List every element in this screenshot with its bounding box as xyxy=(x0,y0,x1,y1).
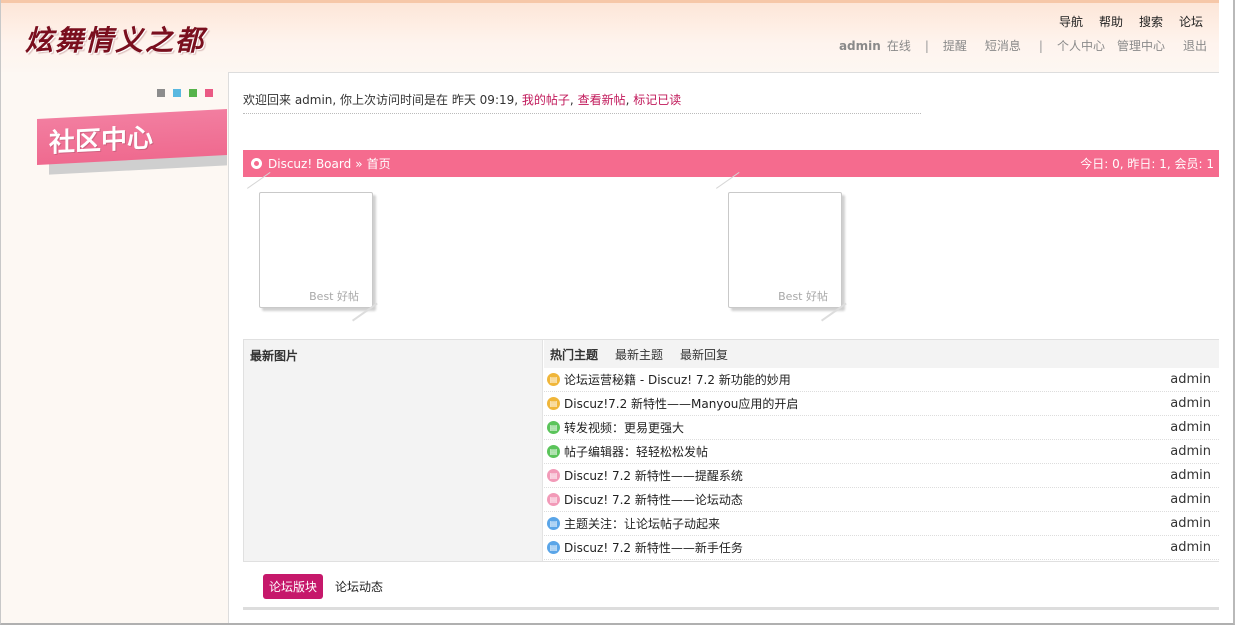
welcome-message: 欢迎回来 admin, 你上次访问时间是在 昨天 09:19, 我的帖子, 查看… xyxy=(243,91,681,108)
topic-icon xyxy=(547,517,560,530)
color-dot xyxy=(205,89,213,97)
topic-row[interactable]: Discuz!7.2 新特性——Manyou应用的开启 admin xyxy=(544,392,1219,416)
nav-forum-link[interactable]: 论坛 xyxy=(1179,13,1203,30)
divider: | xyxy=(1038,38,1043,53)
latest-pictures-title: 最新图片 xyxy=(250,349,299,363)
color-dot xyxy=(157,89,165,97)
tab-hot-topics[interactable]: 热门主题 xyxy=(550,346,598,363)
topic-author-link[interactable]: admin xyxy=(1170,540,1211,555)
topic-title-link[interactable]: Discuz! 7.2 新特性——提醒系统 xyxy=(564,467,743,484)
best-post-label: Best 好帖 xyxy=(778,290,828,303)
messages-link[interactable]: 短消息 xyxy=(985,37,1021,54)
right-edge xyxy=(1219,0,1233,623)
browser-frame: 炫舞情义之都 导航 帮助 搜索 论坛 admin 在线 | 提醒 短消息 | 个… xyxy=(0,0,1235,625)
topic-icon xyxy=(547,421,560,434)
topic-author-link[interactable]: admin xyxy=(1170,396,1211,411)
online-status: 在线 xyxy=(886,39,911,53)
topic-tabs: 热门主题 最新主题 最新回复 xyxy=(544,340,1219,368)
tab-forum-boards[interactable]: 论坛版块 xyxy=(263,574,324,599)
topic-row[interactable]: Discuz! 7.2 新特性——提醒系统 admin xyxy=(544,464,1219,488)
comma: , xyxy=(569,93,574,107)
tab-new-replies[interactable]: 最新回复 xyxy=(680,346,728,363)
home-circle-icon xyxy=(251,158,262,169)
forum-stats: 今日: 0, 昨日: 1, 会员: 1 xyxy=(1080,157,1214,171)
topic-title-link[interactable]: 帖子编辑器：轻轻松松发帖 xyxy=(564,443,708,460)
topic-author-link[interactable]: admin xyxy=(1170,492,1211,507)
topic-author-link[interactable]: admin xyxy=(1170,516,1211,531)
topic-icon xyxy=(547,541,560,554)
topics-panel: 热门主题 最新主题 最新回复 论坛运营秘籍 - Discuz! 7.2 新功能的… xyxy=(544,340,1219,561)
topic-author-link[interactable]: admin xyxy=(1170,420,1211,435)
nav-help-link[interactable]: 帮助 xyxy=(1099,13,1123,30)
breadcrumb-board-link[interactable]: Discuz! Board xyxy=(268,157,351,171)
topic-title-link[interactable]: 论坛运营秘籍 - Discuz! 7.2 新功能的妙用 xyxy=(564,371,791,388)
topic-icon xyxy=(547,469,560,482)
topic-title-link[interactable]: 转发视频：更易更强大 xyxy=(564,419,684,436)
best-post-card[interactable]: Best 好帖 xyxy=(712,171,847,322)
color-dot xyxy=(173,89,181,97)
tab-forum-activity[interactable]: 论坛动态 xyxy=(335,578,383,595)
color-dot xyxy=(189,89,197,97)
profile-link[interactable]: 个人中心 xyxy=(1057,37,1105,54)
topic-title-link[interactable]: Discuz! 7.2 新特性——新手任务 xyxy=(564,539,743,556)
breadcrumb-home-link[interactable]: 首页 xyxy=(367,155,391,172)
topic-row[interactable]: Discuz! 7.2 新特性——新手任务 admin xyxy=(544,536,1219,560)
latest-pictures-panel: 最新图片 xyxy=(244,340,543,561)
admin-center-link[interactable]: 管理中心 xyxy=(1117,37,1165,54)
mark-read-link[interactable]: 标记已读 xyxy=(633,93,681,107)
site-header: 炫舞情义之都 导航 帮助 搜索 论坛 admin 在线 | 提醒 短消息 | 个… xyxy=(1,0,1221,72)
breadcrumb: Discuz! Board » 首页 今日: 0, 昨日: 1, 会员: 1 xyxy=(243,150,1220,177)
topic-title-link[interactable]: 主题关注：让论坛帖子动起来 xyxy=(564,515,720,532)
breadcrumb-separator: » xyxy=(355,156,363,171)
topic-row[interactable]: Discuz! 7.2 新特性——论坛动态 admin xyxy=(544,488,1219,512)
color-dots xyxy=(157,89,213,97)
best-post-label: Best 好帖 xyxy=(309,290,359,303)
topic-icon xyxy=(547,373,560,386)
topic-icon xyxy=(547,397,560,410)
logout-link[interactable]: 退出 xyxy=(1183,37,1207,54)
community-center-banner: 社区中心 xyxy=(37,109,229,175)
banner-label: 社区中心 xyxy=(49,123,154,159)
user-nav: admin 在线 | 提醒 短消息 | 个人中心 管理中心 退出 xyxy=(839,37,1207,54)
new-posts-link[interactable]: 查看新帖 xyxy=(578,93,626,107)
reminders-link[interactable]: 提醒 xyxy=(943,37,967,54)
topic-title-link[interactable]: Discuz!7.2 新特性——Manyou应用的开启 xyxy=(564,395,798,412)
top-nav: 导航 帮助 搜索 论坛 xyxy=(1043,13,1203,30)
bottom-divider xyxy=(243,607,1220,610)
my-posts-link[interactable]: 我的帖子 xyxy=(522,93,570,107)
topic-author-link[interactable]: admin xyxy=(1170,444,1211,459)
topic-icon xyxy=(547,445,560,458)
main-panel: 欢迎回来 admin, 你上次访问时间是在 昨天 09:19, 我的帖子, 查看… xyxy=(228,72,1232,623)
topic-list: 论坛运营秘籍 - Discuz! 7.2 新功能的妙用adminDiscuz!7… xyxy=(544,368,1219,560)
topic-row[interactable]: 论坛运营秘籍 - Discuz! 7.2 新功能的妙用 admin xyxy=(544,368,1219,392)
topic-title-link[interactable]: Discuz! 7.2 新特性——论坛动态 xyxy=(564,491,743,508)
divider: | xyxy=(924,38,929,53)
site-logo[interactable]: 炫舞情义之都 xyxy=(25,19,205,59)
dotted-divider xyxy=(243,113,921,114)
bottom-tabs: 论坛版块 论坛动态 xyxy=(263,574,383,599)
topic-author-link[interactable]: admin xyxy=(1170,468,1211,483)
nav-guide-link[interactable]: 导航 xyxy=(1059,13,1083,30)
comma: , xyxy=(625,93,630,107)
best-post-card[interactable]: Best 好帖 xyxy=(243,171,378,322)
username-link[interactable]: admin xyxy=(839,39,881,53)
topic-icon xyxy=(547,493,560,506)
topic-author-link[interactable]: admin xyxy=(1170,372,1211,387)
welcome-text: 欢迎回来 admin, 你上次访问时间是在 昨天 09:19, xyxy=(243,93,519,107)
tab-new-topics[interactable]: 最新主题 xyxy=(615,346,663,363)
topic-row[interactable]: 主题关注：让论坛帖子动起来 admin xyxy=(544,512,1219,536)
content-box: 最新图片 热门主题 最新主题 最新回复 论坛运营秘籍 - Discuz! 7.2… xyxy=(243,339,1220,562)
nav-search-link[interactable]: 搜索 xyxy=(1139,13,1163,30)
topic-row[interactable]: 转发视频：更易更强大 admin xyxy=(544,416,1219,440)
topic-row[interactable]: 帖子编辑器：轻轻松松发帖 admin xyxy=(544,440,1219,464)
